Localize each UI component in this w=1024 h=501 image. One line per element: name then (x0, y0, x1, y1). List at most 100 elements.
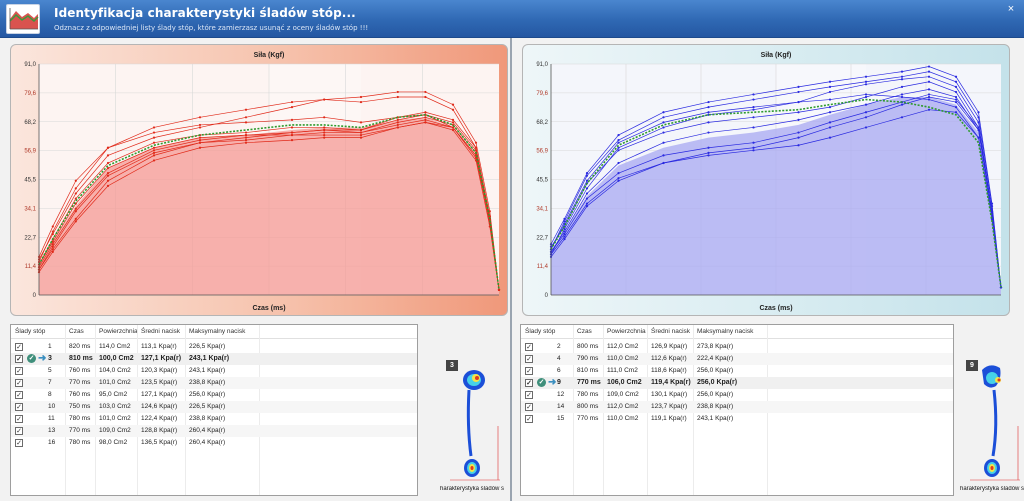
series-point (51, 225, 54, 228)
y-tick-label: 11,4 (537, 264, 549, 270)
table-row[interactable]: ✓ 7 770 ms 101,0 Cm2 123,5 Kpa(r) 238,8 Kpa(r… (11, 377, 417, 389)
series-point (900, 93, 904, 96)
window-title: Identyfikacja charakterystyki śladów stó… (54, 6, 356, 20)
table-row[interactable]: ✓ 5 760 ms 104,0 Cm2 120,3 Kpa(r) 243,1 Kpa(r… (11, 365, 417, 377)
current-row-arrow-icon: ➜ (38, 353, 47, 364)
footprint-number: 15 (557, 415, 565, 422)
table-row[interactable]: ✓ ✓ ➜ 3 810 ms 100,0 Cm2 127,1 Kpa(r) 243,1 Kpa… (11, 353, 417, 365)
selected-check-icon: ✓ (27, 354, 36, 363)
table-row[interactable]: ✓ 4 790 ms 110,0 Cm2 112,6 Kpa(r) 222,4 Kpa(r… (521, 353, 953, 365)
row-checkbox[interactable]: ✓ (15, 403, 23, 411)
left-footprints-table[interactable]: Ślady stóp Czas Powierzchnia Średni nacisk M… (10, 324, 418, 496)
row-checkbox[interactable]: ✓ (525, 367, 533, 375)
column-header[interactable]: Powierzchnia (607, 328, 646, 335)
column-header[interactable]: Średni nacisk (651, 328, 690, 335)
y-tick-label: 11,4 (25, 264, 37, 270)
time-value: 800 ms (577, 403, 599, 410)
row-checkbox[interactable]: ✓ (525, 415, 533, 423)
series-point (585, 197, 589, 200)
area-value: 101,0 Cm2 (99, 415, 131, 422)
series-point (359, 131, 363, 134)
series-point (752, 108, 755, 111)
series-point (752, 126, 755, 129)
footprint-number: 2 (557, 343, 561, 350)
row-checkbox[interactable]: ✓ (525, 379, 533, 387)
table-row[interactable]: ✓ 10 750 ms 103,0 Cm2 124,6 Kpa(r) 226,5 Kpa(… (11, 401, 417, 413)
series-point (290, 131, 294, 134)
row-checkbox[interactable]: ✓ (525, 343, 533, 351)
table-row[interactable]: ✓ 6 810 ms 111,0 Cm2 118,6 Kpa(r) 256,0 Kpa(r… (521, 365, 953, 377)
row-checkbox[interactable]: ✓ (15, 343, 23, 351)
column-header[interactable]: Czas (69, 328, 84, 335)
table-row[interactable]: ✓ 12 780 ms 109,0 Cm2 130,1 Kpa(r) 256,0 Kpa(… (521, 389, 953, 401)
row-checkbox[interactable]: ✓ (15, 415, 23, 423)
table-row[interactable]: ✓ 16 780 ms 98,0 Cm2 136,5 Kpa(r) 260,4 Kpa(r… (11, 437, 417, 449)
series-point (900, 95, 904, 99)
series-point (474, 146, 478, 149)
area-value: 111,0 Cm2 (607, 367, 638, 374)
series-point (563, 235, 566, 238)
series-point (106, 161, 110, 165)
series-point (497, 288, 501, 292)
series-point (74, 187, 77, 190)
series-point (864, 126, 868, 129)
mean-pressure-value: 127,1 Kpa(r) (141, 355, 182, 362)
table-row[interactable]: ✓ 13 770 ms 109,0 Cm2 128,8 Kpa(r) 260,4 Kpa(… (11, 425, 417, 437)
right-footprints-table[interactable]: Ślady stóp Czas Powierzchnia Średni nacisk M… (520, 324, 954, 496)
table-row[interactable]: ✓ ✓ ➜ 9 770 ms 106,0 Cm2 119,4 Kpa(r) 256,0 Kpa… (521, 377, 953, 389)
y-tick-label: 22,7 (536, 235, 548, 241)
series-point (152, 154, 156, 157)
close-button[interactable]: × (1004, 3, 1018, 15)
series-point (198, 146, 202, 149)
column-header[interactable]: Czas (577, 328, 592, 335)
column-header[interactable]: Maksymalny nacisk (697, 328, 753, 335)
row-checkbox[interactable]: ✓ (525, 403, 533, 411)
series-point (864, 103, 868, 106)
row-checkbox[interactable]: ✓ (525, 355, 533, 363)
row-checkbox[interactable]: ✓ (15, 391, 23, 399)
column-header[interactable]: Ślady stóp (15, 328, 45, 335)
series-point (290, 126, 294, 129)
series-point (864, 111, 868, 114)
row-checkbox[interactable]: ✓ (15, 367, 23, 375)
column-header[interactable]: Maksymalny nacisk (189, 328, 245, 335)
time-value: 750 ms (69, 403, 91, 410)
table-row[interactable]: ✓ 8 760 ms 95,0 Cm2 127,1 Kpa(r) 256,0 Kpa(r) (11, 389, 417, 401)
series-point (152, 131, 156, 134)
series-point (106, 154, 110, 157)
series-point (617, 139, 620, 142)
time-value: 770 ms (577, 415, 599, 422)
table-row[interactable]: ✓ 2 800 ms 112,0 Cm2 126,9 Kpa(r) 273,8 Kpa(r… (521, 341, 953, 353)
table-row[interactable]: ✓ 14 800 ms 112,0 Cm2 123,7 Kpa(r) 238,8 Kpa(… (521, 401, 953, 413)
x-axis-label: Czas (ms) (759, 305, 792, 312)
series-point (864, 95, 868, 99)
row-checkbox[interactable]: ✓ (525, 391, 533, 399)
table-row[interactable]: ✓ 11 780 ms 101,0 Cm2 122,4 Kpa(r) 238,8 Kpa(… (11, 413, 417, 425)
table-row[interactable]: ✓ 1 820 ms 114,0 Cm2 113,1 Kpa(r) 226,5 Kpa(r… (11, 341, 417, 353)
time-value: 780 ms (69, 439, 91, 446)
time-value: 810 ms (69, 355, 93, 362)
column-header[interactable]: Powierzchnia (99, 328, 138, 335)
series-point (585, 192, 589, 195)
y-tick-label: 34,1 (536, 206, 548, 212)
series-point (900, 116, 904, 119)
row-checkbox[interactable]: ✓ (15, 439, 23, 447)
area-value: 112,0 Cm2 (607, 343, 639, 350)
selected-check-icon: ✓ (537, 378, 546, 387)
y-tick-label: 34,1 (24, 206, 36, 212)
max-pressure-value: 256,0 Kpa(r) (697, 367, 734, 374)
row-checkbox[interactable]: ✓ (15, 379, 23, 387)
max-pressure-value: 222,4 Kpa(r) (697, 355, 734, 362)
series-point (927, 95, 931, 99)
series-point (828, 85, 832, 88)
row-checkbox[interactable]: ✓ (15, 427, 23, 435)
max-pressure-value: 256,0 Kpa(r) (697, 391, 734, 398)
row-checkbox[interactable]: ✓ (15, 355, 23, 363)
column-header[interactable]: Ślady stóp (525, 328, 555, 335)
mean-pressure-value: 136,5 Kpa(r) (141, 439, 178, 446)
table-row[interactable]: ✓ 15 770 ms 110,0 Cm2 119,1 Kpa(r) 243,1 Kpa(… (521, 413, 953, 425)
series-point (617, 177, 620, 180)
series-point (198, 116, 202, 119)
series-point (74, 207, 77, 210)
column-header[interactable]: Średni nacisk (141, 328, 180, 335)
